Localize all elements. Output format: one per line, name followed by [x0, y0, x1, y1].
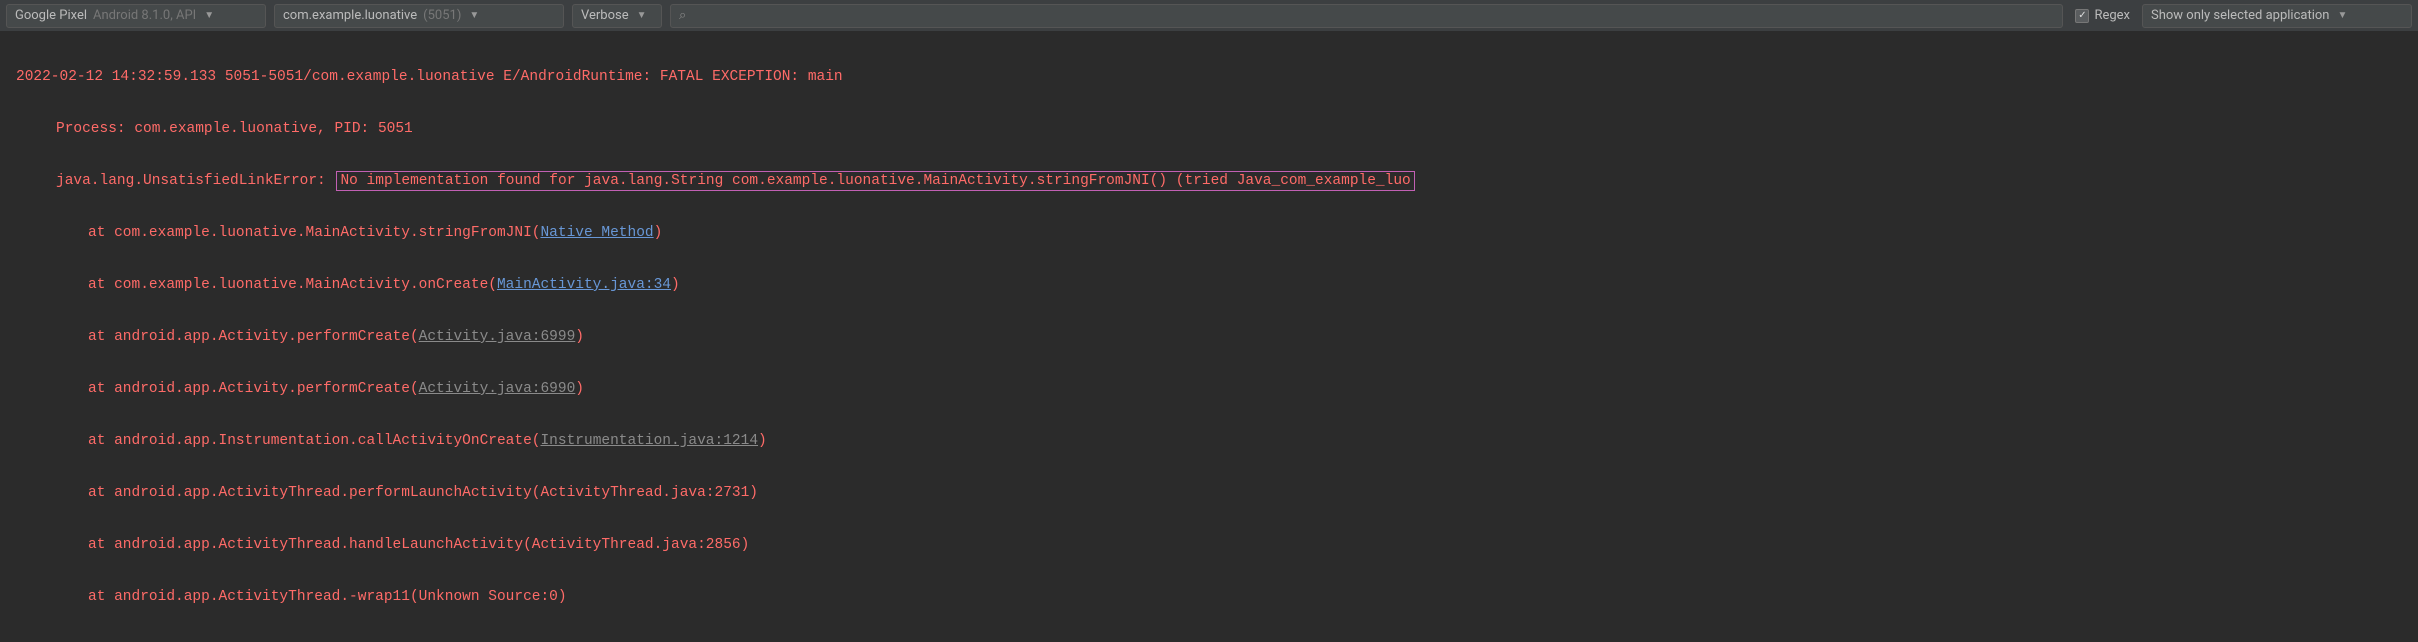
logcat-output: 2022-02-12 14:32:59.133 5051-5051/com.ex… — [0, 32, 2418, 642]
paren: ) — [758, 433, 767, 449]
chevron-down-icon: ▼ — [637, 10, 647, 21]
search-field-wrap: ⌕ — [670, 4, 2063, 28]
paren: ) — [575, 329, 584, 345]
regex-label: Regex — [2094, 8, 2130, 23]
device-os: Android 8.1.0, API — [93, 8, 196, 23]
log-line: at android.app.Activity.performCreate(Ac… — [16, 324, 2414, 350]
paren: ) — [654, 225, 663, 241]
log-text: at com.example.luonative.MainActivity.st… — [88, 225, 540, 241]
paren: ) — [575, 381, 584, 397]
chevron-down-icon: ▼ — [2337, 10, 2347, 21]
source-link[interactable]: Activity.java:6999 — [419, 329, 576, 345]
log-line: java.lang.UnsatisfiedLinkError: No imple… — [16, 168, 2414, 194]
package-dropdown[interactable]: com.example.luonative (5051) ▼ — [274, 4, 564, 28]
package-pid: (5051) — [423, 8, 461, 23]
source-link[interactable]: Activity.java:6990 — [419, 381, 576, 397]
source-link[interactable]: MainActivity.java:34 — [497, 277, 671, 293]
device-dropdown[interactable]: Google Pixel Android 8.1.0, API ▼ — [6, 4, 266, 28]
log-line: at com.example.luonative.MainActivity.on… — [16, 272, 2414, 298]
log-line: at android.app.Instrumentation.callActiv… — [16, 428, 2414, 454]
log-line: at android.app.Activity.performCreate(Ac… — [16, 376, 2414, 402]
filter-label: Show only selected application — [2151, 8, 2329, 23]
log-text: at android.app.Activity.performCreate( — [88, 329, 419, 345]
log-text: java.lang.UnsatisfiedLinkError: — [56, 173, 334, 189]
search-icon: ⌕ — [679, 8, 686, 23]
log-level-dropdown[interactable]: Verbose ▼ — [572, 4, 662, 28]
filter-dropdown[interactable]: Show only selected application ▼ — [2142, 4, 2412, 28]
log-text: at com.example.luonative.MainActivity.on… — [88, 277, 497, 293]
log-text: at android.app.Instrumentation.callActiv… — [88, 433, 540, 449]
log-line: at android.app.ActivityThread.performLau… — [16, 480, 2414, 506]
chevron-down-icon: ▼ — [204, 10, 214, 21]
source-link[interactable]: Native Method — [540, 225, 653, 241]
search-input[interactable] — [692, 8, 2054, 23]
package-name: com.example.luonative — [283, 8, 417, 23]
chevron-down-icon: ▼ — [469, 10, 479, 21]
log-line: at com.example.luonative.MainActivity.st… — [16, 220, 2414, 246]
error-highlight: No implementation found for java.lang.St… — [336, 171, 1414, 191]
logcat-toolbar: Google Pixel Android 8.1.0, API ▼ com.ex… — [0, 0, 2418, 32]
source-link[interactable]: Instrumentation.java:1214 — [540, 433, 758, 449]
device-name: Google Pixel — [15, 8, 87, 23]
log-text: at android.app.Activity.performCreate( — [88, 381, 419, 397]
log-line: at android.app.ActivityThread.-wrap11(Un… — [16, 584, 2414, 610]
checkbox-icon: ✓ — [2075, 9, 2089, 23]
regex-checkbox[interactable]: ✓ Regex — [2071, 8, 2134, 23]
log-line: 2022-02-12 14:32:59.133 5051-5051/com.ex… — [16, 64, 2414, 90]
log-line: at android.app.ActivityThread.handleLaun… — [16, 532, 2414, 558]
paren: ) — [671, 277, 680, 293]
log-level-label: Verbose — [581, 8, 629, 23]
log-line: Process: com.example.luonative, PID: 505… — [16, 116, 2414, 142]
